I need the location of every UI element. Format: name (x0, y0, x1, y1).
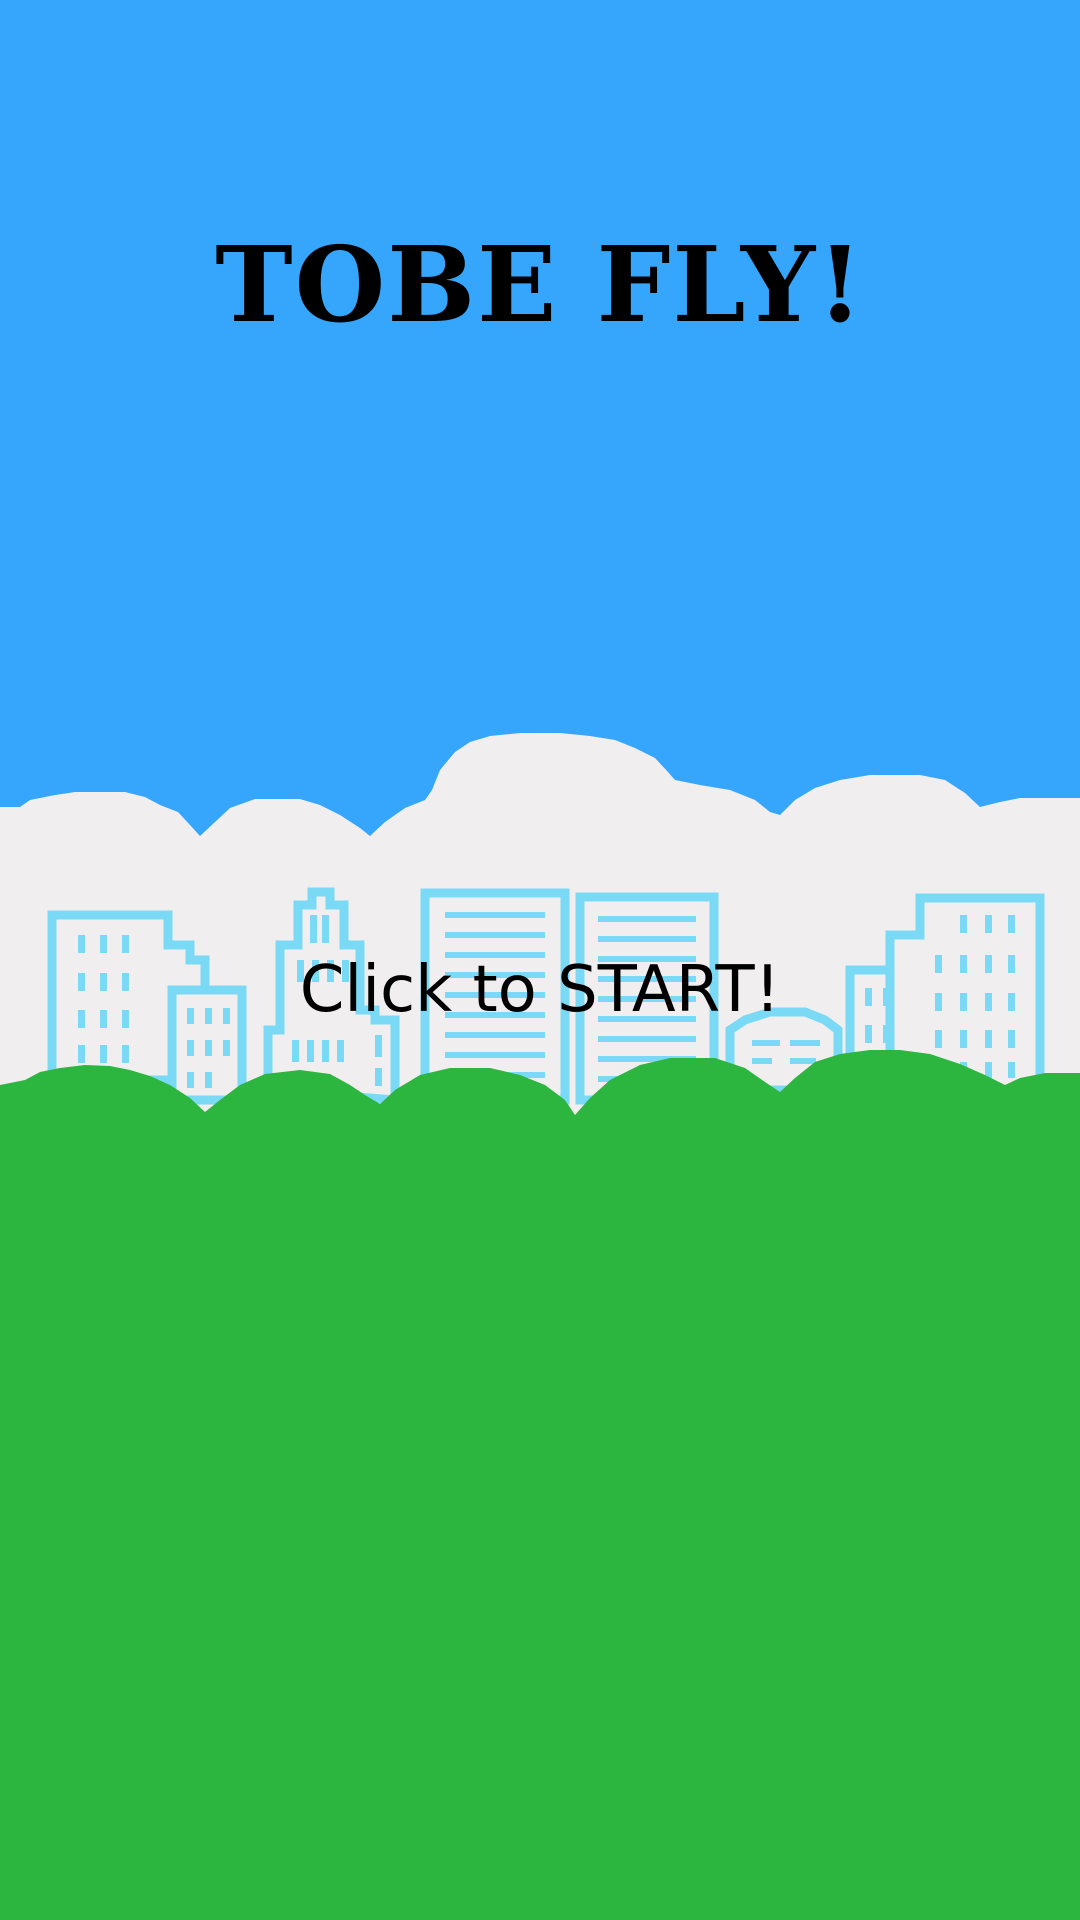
start-prompt[interactable]: Click to START! (0, 950, 1080, 1030)
grass-ground (0, 1050, 1080, 1920)
game-title: TOBE FLY! (215, 223, 865, 346)
game-start-screen[interactable]: TOBE FLY! Click to START! (0, 0, 1080, 1920)
